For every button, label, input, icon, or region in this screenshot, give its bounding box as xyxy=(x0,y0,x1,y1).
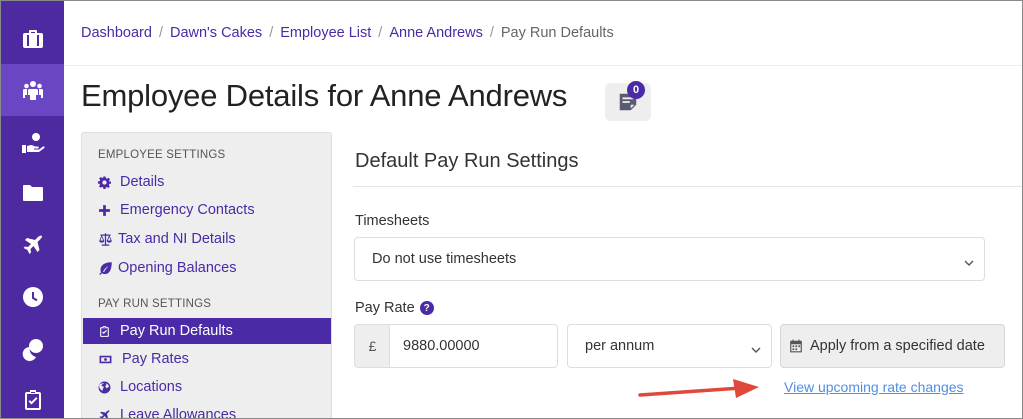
rail-employees[interactable] xyxy=(1,64,64,116)
chevron-down-icon xyxy=(751,342,761,353)
payments-hand-icon xyxy=(21,133,45,153)
clipboard-list-icon xyxy=(100,325,109,337)
leaf-icon xyxy=(99,261,112,275)
pay-rate-label: Pay Rate xyxy=(355,300,415,316)
pay-period-select[interactable]: per annum xyxy=(567,324,772,368)
clipboard-check-icon xyxy=(24,390,41,410)
pay-rate-label-row: Pay Rate ? xyxy=(355,300,434,316)
question-circle-icon[interactable]: ? xyxy=(419,301,434,315)
plane-icon xyxy=(23,235,42,254)
menu-item-label: Opening Balances xyxy=(118,260,237,276)
currency-addon: £ xyxy=(354,324,390,368)
briefcase-icon xyxy=(22,30,43,48)
menu-item-label: Emergency Contacts xyxy=(120,202,255,218)
apply-from-date-button[interactable]: Apply from a specified date xyxy=(780,324,1005,368)
menu-item-opening-balances[interactable]: Opening Balances xyxy=(83,255,331,281)
menu-item-pay-run-defaults[interactable]: Pay Run Defaults xyxy=(83,318,331,344)
breadcrumb-current: Pay Run Defaults xyxy=(500,25,614,41)
timesheets-select[interactable]: Do not use timesheets xyxy=(354,237,985,281)
pay-rate-input[interactable] xyxy=(389,324,558,368)
rail-timesheets[interactable] xyxy=(1,271,64,323)
breadcrumb-separator: / xyxy=(158,25,163,41)
timesheets-selected-value: Do not use timesheets xyxy=(372,251,517,267)
coins-icon xyxy=(22,339,43,361)
app-window: Dashboard / Dawn's Cakes / Employee List… xyxy=(0,0,1023,419)
rail-briefcase[interactable] xyxy=(1,13,64,65)
menu-item-label: Pay Rates xyxy=(122,351,189,367)
menu-item-label: Locations xyxy=(120,379,183,395)
menu-item-label: Leave Allowances xyxy=(120,407,237,419)
breadcrumb: Dashboard / Dawn's Cakes / Employee List… xyxy=(81,25,614,41)
breadcrumb-separator: / xyxy=(378,25,383,41)
plane-small-icon xyxy=(99,409,110,418)
menu-item-label: Details xyxy=(120,174,165,190)
settings-menu: EMPLOYEE SETTINGS Details Emergency Cont… xyxy=(81,132,332,419)
breadcrumb-employee-list[interactable]: Employee List xyxy=(280,25,371,41)
globe-icon xyxy=(98,381,111,393)
pay-run-settings-heading: PAY RUN SETTINGS xyxy=(98,298,212,310)
breadcrumb-separator: / xyxy=(489,25,494,41)
apply-from-date-label: Apply from a specified date xyxy=(810,338,985,354)
menu-item-emergency-contacts[interactable]: Emergency Contacts xyxy=(83,197,331,223)
rail-payments[interactable] xyxy=(1,117,64,169)
page-title: Employee Details for Anne Andrews xyxy=(81,78,568,113)
rail-tasks[interactable] xyxy=(1,374,64,418)
calendar-icon xyxy=(790,339,802,353)
pay-period-selected-value: per annum xyxy=(585,338,655,354)
icon-rail xyxy=(1,1,64,418)
annotation-arrow xyxy=(638,379,759,398)
money-bill-icon xyxy=(99,355,112,363)
chevron-down-icon xyxy=(964,255,974,266)
plus-icon xyxy=(99,204,110,216)
view-upcoming-rate-changes-link[interactable]: View upcoming rate changes xyxy=(784,379,964,395)
menu-item-details[interactable]: Details xyxy=(83,169,331,195)
breadcrumb-company[interactable]: Dawn's Cakes xyxy=(170,25,262,41)
notes-count-badge: 0 xyxy=(627,81,645,99)
rail-leave[interactable] xyxy=(1,219,64,271)
rail-documents[interactable] xyxy=(1,167,64,219)
panel-divider xyxy=(353,186,1022,187)
breadcrumb-separator: / xyxy=(269,25,274,41)
menu-item-label: Tax and NI Details xyxy=(118,231,236,247)
employees-icon xyxy=(22,81,43,100)
breadcrumb-dashboard[interactable]: Dashboard xyxy=(81,25,152,41)
breadcrumb-employee[interactable]: Anne Andrews xyxy=(389,25,483,41)
panel-title: Default Pay Run Settings xyxy=(355,150,579,172)
employee-settings-heading: EMPLOYEE SETTINGS xyxy=(98,149,226,161)
rail-pensions[interactable] xyxy=(1,323,64,375)
menu-item-label: Pay Run Defaults xyxy=(120,323,233,339)
folder-icon xyxy=(22,185,43,201)
gear-icon xyxy=(98,176,111,189)
timesheets-label: Timesheets xyxy=(355,213,430,229)
menu-item-leave-allowances[interactable]: Leave Allowances xyxy=(83,402,331,419)
menu-item-tax-ni[interactable]: Tax and NI Details xyxy=(83,226,331,252)
clock-icon xyxy=(22,287,43,307)
header-divider xyxy=(64,65,1022,66)
menu-item-pay-rates[interactable]: Pay Rates xyxy=(83,346,331,372)
balance-scale-icon xyxy=(99,232,112,246)
menu-item-locations[interactable]: Locations xyxy=(83,374,331,400)
